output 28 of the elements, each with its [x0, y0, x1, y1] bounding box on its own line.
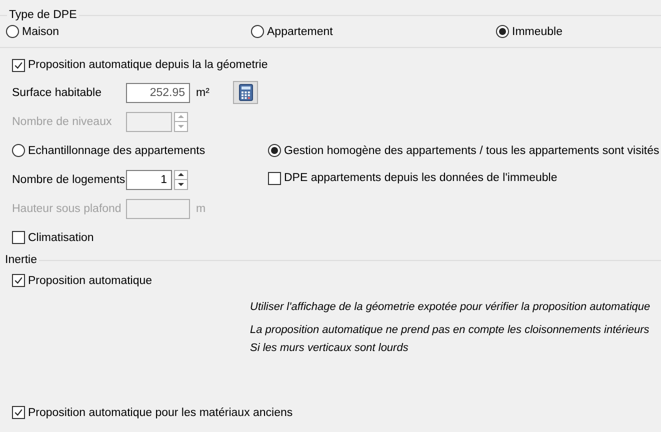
radio-button[interactable]: Maison [6, 25, 60, 38]
radio-button[interactable]: Appartement [251, 25, 333, 38]
checkbox[interactable]: DPE appartements depuis les données de l'immeuble [268, 172, 558, 184]
checkbox[interactable]: Proposition automatique [12, 274, 152, 287]
checkbox[interactable]: Proposition automatique pour les matériaux anciens [12, 406, 293, 419]
hint-text: Utiliser l'affichage de la géometrie expotée pour vérifier la proposition automatique [250, 301, 652, 313]
input-field[interactable] [126, 198, 190, 218]
hint-text: La proposition automatique ne prend pas en compte les cloisonnements intérieurs [250, 324, 650, 336]
radio-button[interactable]: Echantillonnage des appartements [12, 144, 206, 157]
field-label: Hauteur sous plafond [12, 202, 122, 214]
checkbox[interactable]: Climatisation [12, 231, 94, 244]
input-field[interactable]: 252.95 [126, 82, 190, 102]
input-field[interactable]: 1 [126, 170, 172, 190]
unit-label: m² [196, 86, 210, 98]
radio-button[interactable]: Gestion homogène des appartements / tous les appartements sont visités [268, 144, 660, 157]
field-label: Nombre de niveaux [12, 116, 113, 128]
section-title: Inertie [5, 254, 37, 266]
field-label: Surface habitable [12, 86, 103, 98]
radio-button[interactable]: Immeuble [496, 25, 562, 38]
spinner-arrows[interactable] [174, 170, 188, 190]
group-title: Type de DPE [8, 9, 78, 21]
field-label: Nombre de logements [12, 174, 126, 186]
input-field[interactable] [126, 112, 172, 132]
checkbox[interactable]: Proposition automatique depuis la la géometrie [12, 58, 268, 72]
hint-text: Si les murs verticaux sont lourds [250, 342, 410, 354]
calculator-icon [238, 84, 253, 101]
calculator-button[interactable] [233, 81, 258, 104]
unit-label: m [196, 202, 206, 214]
